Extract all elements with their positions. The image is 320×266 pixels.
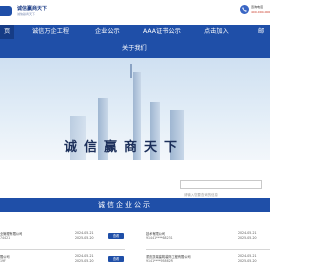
site-header: 诚信赢商天下 诚信赢商天下 咨询电话 400-000-0000 — [0, 0, 270, 25]
phone-label: 咨询电话 — [251, 5, 264, 9]
logo-mark-icon — [0, 6, 12, 16]
view-button[interactable]: 查看 — [108, 233, 124, 239]
list-item: 业管理有限公司 74421 2024-05-21 2025-05-20 查看 — [0, 231, 125, 243]
start-date: 2024-05-21 — [238, 231, 257, 235]
nav-item-join[interactable]: 点击加入 — [204, 25, 229, 39]
nav-item-about[interactable]: 关于我们 — [122, 42, 147, 56]
start-date: 2024-05-21 — [75, 254, 94, 258]
site-logo[interactable]: 诚信赢商天下 诚信赢商天下 — [0, 3, 56, 21]
hero-banner: 诚信赢商天下 — [0, 58, 270, 160]
end-date: 2025-05-20 — [238, 259, 257, 263]
start-date: 2024-05-21 — [75, 231, 94, 235]
nav-item-mail[interactable]: 邮 — [258, 25, 264, 39]
company-code: 9141****95862R — [146, 259, 173, 263]
end-date: 2025-05-20 — [75, 236, 94, 240]
end-date: 2025-05-20 — [238, 236, 257, 240]
end-date: 2025-05-20 — [75, 259, 94, 263]
logo-text: 诚信赢商天下 — [17, 6, 48, 12]
row-divider — [0, 249, 125, 250]
nav-item-integrity-project[interactable]: 诚信万企工程 — [32, 25, 69, 39]
page: 诚信赢商天下 诚信赢商天下 咨询电话 400-000-0000 页 诚信万企工程… — [0, 0, 270, 266]
row-divider — [146, 249, 270, 250]
list-item: 技术有限公司 91441****68231 2024-05-21 2025-05… — [146, 231, 270, 243]
search-box — [180, 180, 262, 199]
nav-item-aaa-certificate[interactable]: AAA证书公示 — [143, 25, 181, 39]
banner-slogan: 诚信赢商天下 — [64, 140, 185, 155]
start-date: 2024-05-21 — [238, 254, 257, 258]
section-title: 诚信企业公示 — [98, 201, 152, 209]
tower-spire — [130, 64, 132, 78]
company-code: 74421 — [0, 236, 11, 240]
view-button[interactable]: 查看 — [108, 256, 124, 262]
phone-number: 400-000-0000 — [251, 10, 270, 14]
section-header: 诚信企业公示 — [0, 198, 270, 212]
nav-item-company-notice[interactable]: 企业公示 — [95, 25, 120, 39]
list-item: 重庆凯瑞建筑装饰工程有限公司 9141****95862R 2024-05-21… — [146, 254, 270, 266]
company-code: 19F — [0, 259, 6, 263]
nav-item-home[interactable]: 页 — [0, 25, 15, 39]
company-code: 91441****68231 — [146, 236, 173, 240]
list-item: 限公司 19F 2024-05-21 2025-05-20 查看 — [0, 254, 125, 266]
phone-icon — [240, 5, 249, 14]
main-nav: 页 诚信万企工程 企业公示 AAA证书公示 点击加入 邮 关于我们 — [0, 25, 270, 58]
logo-subtext: 诚信赢商天下 — [17, 12, 36, 16]
